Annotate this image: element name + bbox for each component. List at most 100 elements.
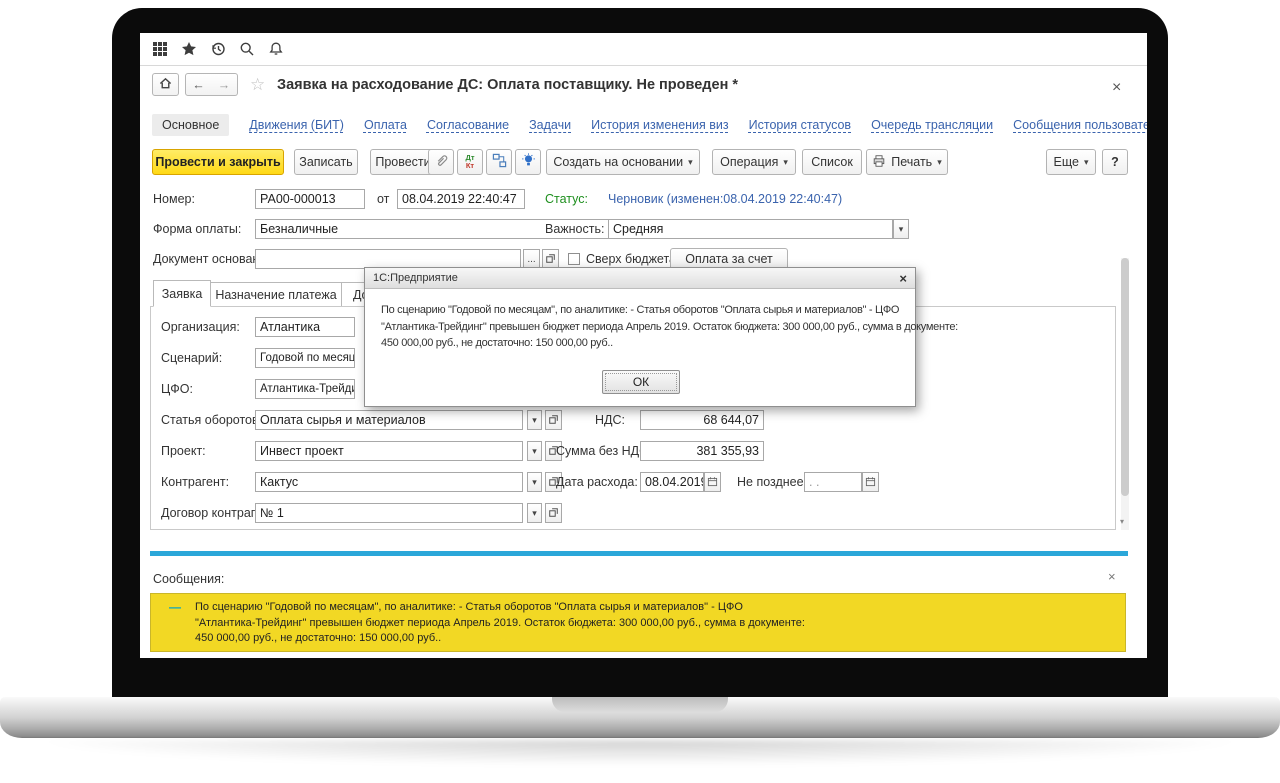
expense-date-field[interactable]: 08.04.2019 — [640, 472, 704, 492]
datetime-field[interactable]: 08.04.2019 22:40:47 — [397, 189, 525, 209]
importance-label: Важность: — [545, 219, 604, 239]
messages-divider — [150, 551, 1128, 556]
search-icon[interactable] — [239, 41, 255, 57]
not-later-calendar-button[interactable] — [862, 472, 879, 492]
from-label: от — [377, 189, 389, 209]
back-button[interactable]: ← — [185, 73, 212, 96]
window-close-icon[interactable]: × — [1112, 79, 1121, 97]
tab-soglasovanie[interactable]: Согласование — [427, 118, 509, 132]
project-dropdown-button[interactable]: ▾ — [527, 441, 542, 461]
turnover-item-label: Статья оборотов: — [161, 410, 262, 430]
dialog-close-icon[interactable]: × — [899, 271, 907, 286]
notifications-bell-icon[interactable] — [268, 41, 284, 57]
help-button[interactable]: ? — [1102, 149, 1128, 175]
importance-field[interactable]: Средняя — [608, 219, 893, 239]
ellipsis-icon: ... — [527, 254, 535, 265]
not-later-field[interactable]: . . — [804, 472, 862, 492]
tab-osnovnoe[interactable]: Основное — [152, 114, 229, 136]
project-field[interactable]: Инвест проект — [255, 441, 523, 461]
open-link-icon — [548, 414, 559, 427]
attachments-button[interactable] — [428, 149, 454, 175]
turnover-open-button[interactable] — [545, 410, 562, 430]
status-label: Статус: — [545, 189, 588, 209]
cfo-field[interactable]: Атлантика-Трейдинг — [255, 379, 355, 399]
over-budget-label: Сверх бюджета — [586, 249, 676, 269]
chevron-down-icon: ▾ — [688, 157, 693, 168]
home-button[interactable] — [152, 73, 179, 96]
tab-soobscheniya-polzovateley[interactable]: Сообщения пользователей — [1013, 118, 1147, 132]
operation-button[interactable]: Операция ▾ — [712, 149, 796, 175]
importance-dropdown-button[interactable]: ▾ — [893, 219, 909, 239]
scrollbar-down-icon[interactable]: ▾ — [1120, 517, 1124, 526]
nav-tabs: Основное Движения (БИТ) Оплата Согласова… — [152, 113, 1147, 137]
sum-wo-vat-label: Сумма без НДС: — [556, 441, 652, 461]
inner-tab-zayavka[interactable]: Заявка — [153, 280, 211, 307]
list-button[interactable]: Список — [802, 149, 862, 175]
dialog-ok-button[interactable]: ОК — [602, 370, 680, 394]
project-label: Проект: — [161, 441, 206, 461]
dialog-titlebar[interactable]: 1С:Предприятие × — [365, 268, 915, 289]
messages-title: Сообщения: — [153, 569, 224, 589]
org-label: Организация: — [161, 317, 240, 337]
structure-report-button[interactable] — [486, 149, 512, 175]
more-label: Еще — [1054, 155, 1079, 169]
contract-dropdown-button[interactable]: ▾ — [527, 503, 542, 523]
print-button[interactable]: Печать ▾ — [866, 149, 948, 175]
laptop-lid-notch — [552, 697, 728, 712]
status-value[interactable]: Черновик (изменен:08.04.2019 22:40:47) — [608, 189, 842, 209]
expense-date-calendar-button[interactable] — [704, 472, 721, 492]
counterparty-label: Контрагент: — [161, 472, 229, 492]
paperclip-icon — [434, 153, 449, 171]
post-and-close-button[interactable]: Провести и закрыть — [152, 149, 284, 175]
vat-field[interactable]: 68 644,07 — [640, 410, 764, 430]
scrollbar-thumb[interactable] — [1121, 258, 1129, 496]
forward-arrow-icon: → — [218, 78, 231, 92]
history-icon[interactable] — [210, 41, 226, 57]
over-budget-checkbox[interactable] — [568, 253, 580, 265]
system-toolbar — [140, 33, 1147, 66]
tab-oplata[interactable]: Оплата — [364, 118, 407, 132]
write-button[interactable]: Записать — [294, 149, 358, 175]
alert-dialog: 1С:Предприятие × По сценарию "Годовой по… — [364, 267, 916, 407]
create-based-on-button[interactable]: Создать на основании ▾ — [546, 149, 700, 175]
scenario-label: Сценарий: — [161, 348, 222, 368]
base-doc-open-button[interactable] — [542, 249, 559, 269]
tab-istoriya-viz[interactable]: История изменения виз — [591, 118, 729, 132]
home-icon — [158, 76, 173, 93]
hint-lamp-button[interactable] — [515, 149, 541, 175]
turnover-item-field[interactable]: Оплата сырья и материалов — [255, 410, 523, 430]
message-bullet-icon: — — [169, 600, 181, 614]
calendar-icon — [707, 476, 718, 489]
open-link-icon — [545, 253, 556, 266]
tab-istoriya-statusov[interactable]: История статусов — [749, 118, 851, 132]
org-field[interactable]: Атлантика — [255, 317, 355, 337]
forward-button[interactable]: → — [211, 73, 238, 96]
more-button[interactable]: Еще ▾ — [1046, 149, 1096, 175]
sum-wo-vat-field[interactable]: 381 355,93 — [640, 441, 764, 461]
menu-grid-icon[interactable] — [152, 41, 168, 57]
contract-field[interactable]: № 1 — [255, 503, 523, 523]
scenario-field[interactable]: Годовой по месяцам — [255, 348, 355, 368]
tab-zadachi[interactable]: Задачи — [529, 118, 571, 132]
post-button[interactable]: Провести — [370, 149, 436, 175]
favorites-star-icon[interactable] — [181, 41, 197, 57]
tab-ochered-translyacii[interactable]: Очередь трансляции — [871, 118, 993, 132]
screen: ← → ☆ Заявка на расходование ДС: Оплата … — [140, 33, 1147, 658]
debit-credit-button[interactable]: Дт Кт — [457, 149, 483, 175]
base-doc-field[interactable] — [255, 249, 521, 269]
counterparty-field[interactable]: Кактус — [255, 472, 523, 492]
number-field[interactable]: РА00-000013 — [255, 189, 365, 209]
tab-dvizheniya-bit[interactable]: Движения (БИТ) — [249, 118, 344, 132]
vertical-scrollbar[interactable] — [1121, 258, 1129, 530]
favorite-star-icon[interactable]: ☆ — [250, 75, 265, 95]
chevron-down-icon: ▾ — [532, 508, 537, 519]
inner-tab-naznachenie-platezha[interactable]: Назначение платежа — [210, 282, 342, 307]
message-text[interactable]: По сценарию "Годовой по месяцам", по ана… — [195, 600, 805, 647]
contract-open-button[interactable] — [545, 503, 562, 523]
open-link-icon — [548, 507, 559, 520]
base-doc-select-button[interactable]: ... — [523, 249, 540, 269]
counterparty-dropdown-button[interactable]: ▾ — [527, 472, 542, 492]
turnover-dropdown-button[interactable]: ▾ — [527, 410, 542, 430]
messages-close-icon[interactable]: × — [1108, 569, 1116, 584]
back-arrow-icon: ← — [192, 78, 205, 92]
